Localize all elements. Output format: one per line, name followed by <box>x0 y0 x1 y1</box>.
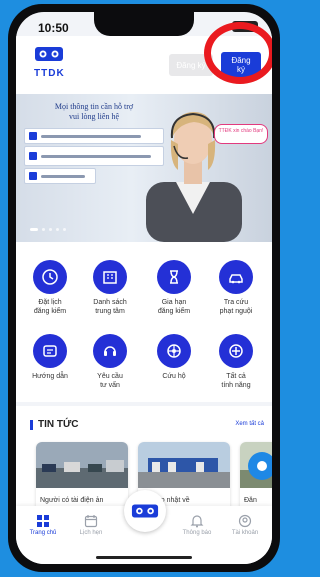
clock-icon <box>33 260 67 294</box>
home-grid-icon <box>37 515 49 527</box>
feature-rescue[interactable]: Cứu hộ <box>144 334 204 381</box>
all-features-icon <box>219 334 253 368</box>
feature-guide[interactable]: Hướng dẫn <box>20 334 80 381</box>
feature-label: Yêu cầu tư vấn <box>97 373 123 389</box>
feature-grid: Đặt lịch đăng kiểm Danh sách trung tâm Gia… <box>16 242 272 402</box>
greeting-bubble: TTĐK xin chào Bạn! <box>214 124 268 144</box>
nav-notifications[interactable]: Thông báo <box>174 514 220 536</box>
feature-label: Cứu hộ <box>162 373 186 380</box>
banner-title-line1: Mọi thông tin cần hỗ trợ <box>54 102 134 111</box>
nav-appointments-label: Lịch hẹn <box>79 530 103 536</box>
support-agent-image <box>146 112 242 242</box>
logo-text: TTDK <box>34 68 65 79</box>
feature-booking[interactable]: Đặt lịch đăng kiểm <box>20 260 80 316</box>
hourglass-icon <box>157 260 191 294</box>
status-time: 10:50 <box>38 21 69 35</box>
app-logo[interactable]: TTDK <box>34 46 74 79</box>
banner-contact-3 <box>24 168 96 184</box>
chat-icon <box>257 461 267 471</box>
feature-centers[interactable]: Danh sách trung tâm <box>80 260 140 316</box>
slide-indicator <box>30 228 66 231</box>
feature-renew[interactable]: Gia hạn đăng kiểm <box>144 260 204 316</box>
promo-banner[interactable]: Mọi thông tin cần hỗ trợ vui lòng liên h… <box>16 94 272 242</box>
register-button[interactable]: Đăng ký <box>169 54 213 76</box>
building-icon <box>93 260 127 294</box>
feature-label: Tra cứu phạt nguội <box>219 299 253 315</box>
feature-label: Tất cả tính năng <box>221 373 251 389</box>
nav-home-label: Trang chủ <box>29 530 57 536</box>
news-image <box>138 442 230 488</box>
car-icon <box>219 260 253 294</box>
center-scan-button[interactable] <box>124 490 166 532</box>
logo-car-icon <box>35 47 63 61</box>
wheel-icon <box>157 334 191 368</box>
feature-label: Hướng dẫn <box>32 373 68 380</box>
support-icon <box>93 334 127 368</box>
banner-title-line2: vui lòng liên hệ <box>69 112 119 121</box>
feature-fines[interactable]: Tra cứu phạt nguội <box>206 260 266 316</box>
calendar-icon <box>84 515 98 528</box>
feature-all[interactable]: Tất cả tính năng <box>206 334 266 390</box>
app-header: TTDK Đăng ký Đăng ký <box>16 36 272 94</box>
battery-icon <box>232 21 258 32</box>
guide-icon <box>33 334 67 368</box>
nav-home[interactable]: Trang chủ <box>20 514 66 536</box>
news-image <box>36 442 128 488</box>
notch <box>94 12 194 36</box>
feature-label: Gia hạn đăng kiểm <box>157 299 191 315</box>
nav-account-label: Tài khoản <box>231 530 259 536</box>
chat-button[interactable] <box>248 452 272 480</box>
feature-label: Đặt lịch đăng kiểm <box>33 299 67 315</box>
banner-title: Mọi thông tin cần hỗ trợ vui lòng liên h… <box>34 102 154 122</box>
feature-label: Danh sách trung tâm <box>93 299 127 315</box>
home-indicator <box>96 556 192 559</box>
nav-appointments[interactable]: Lịch hẹn <box>68 514 114 536</box>
feature-consult[interactable]: Yêu cầu tư vấn <box>80 334 140 390</box>
car-logo-icon <box>131 504 159 518</box>
news-card[interactable]: Người có tài điện ản <box>36 442 128 512</box>
nav-notifications-label: Thông báo <box>182 530 212 536</box>
phone-screen: 10:50 TTDK Đăng ký Đăng ký Mọi thông tin… <box>16 12 272 564</box>
account-icon <box>238 514 252 528</box>
see-all-link[interactable]: Xem tất cả <box>235 421 264 427</box>
news-accent-bar <box>30 420 33 430</box>
news-title: TIN TỨC <box>38 419 79 430</box>
nav-account[interactable]: Tài khoản <box>222 514 268 536</box>
login-button[interactable]: Đăng ký <box>221 52 261 78</box>
bell-icon <box>190 515 204 528</box>
